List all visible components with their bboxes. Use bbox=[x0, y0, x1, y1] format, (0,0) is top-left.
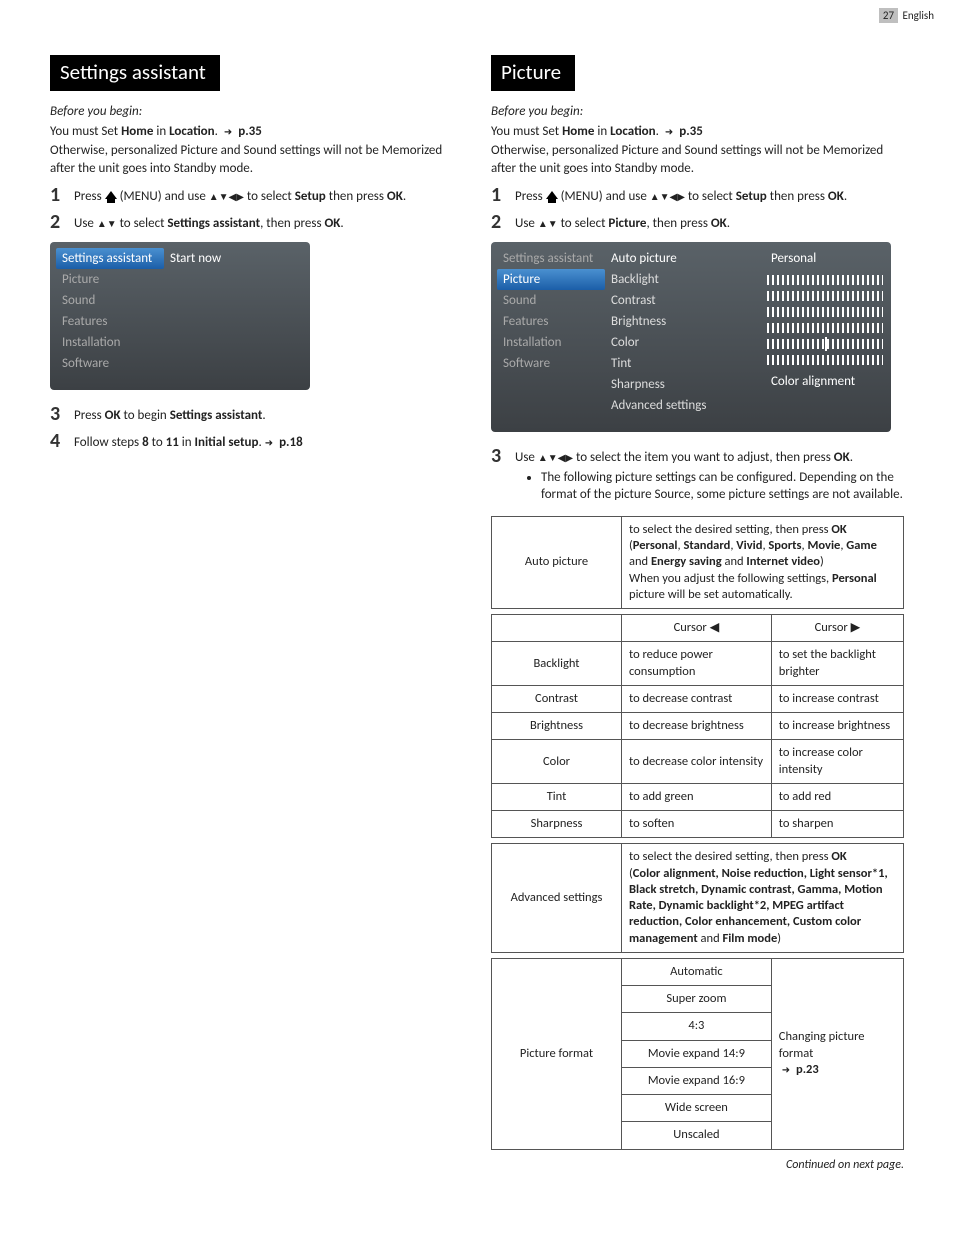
setting-desc: to select the desired setting, then pres… bbox=[622, 844, 904, 953]
menu-item: Sound bbox=[497, 290, 605, 311]
setting-desc: to select the desired setting, then pres… bbox=[622, 516, 904, 608]
left-column: Settings assistant Before you begin: You… bbox=[50, 55, 463, 1172]
setting-label: Auto picture bbox=[492, 516, 622, 608]
table-row: Contrastto decrease contrastto increase … bbox=[492, 685, 904, 712]
table-row: Colorto decrease color intensityto incre… bbox=[492, 740, 904, 784]
continued-text: Continued on next page. bbox=[491, 1158, 904, 1172]
menu-value: Start now bbox=[164, 248, 304, 374]
arrow-icon bbox=[221, 124, 235, 139]
home-icon bbox=[546, 191, 558, 199]
settings-table: Auto picture to select the desired setti… bbox=[491, 516, 904, 1150]
before-you-begin: Before you begin: bbox=[491, 103, 904, 121]
menu-item: Features bbox=[56, 311, 164, 332]
setting-label: Picture format bbox=[492, 958, 622, 1149]
menu-item: Features bbox=[497, 311, 605, 332]
menu-setting: Contrast bbox=[605, 290, 765, 311]
section-title-picture: Picture bbox=[491, 55, 575, 91]
menu-item: Software bbox=[56, 353, 164, 374]
table-row: Picture format Automatic Changing pictur… bbox=[492, 958, 904, 985]
table-row: Brightnessto decrease brightnessto incre… bbox=[492, 713, 904, 740]
menu-item: Settings assistant bbox=[497, 248, 605, 269]
menu-item: Installation bbox=[56, 332, 164, 353]
menu-screenshot-picture: Settings assistant Picture Sound Feature… bbox=[491, 242, 891, 432]
section-title-settings-assistant: Settings assistant bbox=[50, 55, 220, 91]
cursor-left-header: Cursor ◀ bbox=[622, 615, 772, 642]
table-row: Sharpnessto softento sharpen bbox=[492, 811, 904, 838]
page-number: 27 bbox=[879, 8, 898, 23]
step-4: 4 Follow steps 8 to 11 in Initial setup.… bbox=[50, 431, 463, 452]
table-row: Advanced settings to select the desired … bbox=[492, 844, 904, 953]
step-1: 1 Press (MENU) and use ▲▼◀▶ to select Se… bbox=[50, 185, 463, 206]
step-3: 3 Use ▲▼◀▶ to select the item you want t… bbox=[491, 446, 904, 510]
menu-item: Sound bbox=[56, 290, 164, 311]
setting-label: Advanced settings bbox=[492, 844, 622, 953]
menu-setting: Brightness bbox=[605, 311, 765, 332]
menu-value: Color alignment bbox=[765, 371, 885, 392]
must-set-line: You must Set Home in Location. p.35 bbox=[491, 123, 904, 141]
menu-setting: Auto picture bbox=[605, 248, 765, 269]
otherwise-text: Otherwise, personalized Picture and Soun… bbox=[491, 142, 904, 177]
slider-icon bbox=[767, 275, 883, 285]
arrow-icon bbox=[662, 124, 676, 139]
step-2: 2 Use ▲▼ to select Picture, then press O… bbox=[491, 212, 904, 233]
step-3-bullet: The following picture settings can be co… bbox=[541, 469, 904, 504]
menu-item: Picture bbox=[56, 269, 164, 290]
step-2: 2 Use ▲▼ to select Settings assistant, t… bbox=[50, 212, 463, 233]
menu-setting: Sharpness bbox=[605, 374, 765, 395]
setting-ref: Changing picture format p.23 bbox=[771, 958, 903, 1149]
slider-icon bbox=[767, 291, 883, 301]
table-row: Tintto add greento add red bbox=[492, 783, 904, 810]
otherwise-text: Otherwise, personalized Picture and Soun… bbox=[50, 142, 463, 177]
slider-icon bbox=[767, 323, 883, 333]
menu-setting: Color bbox=[605, 332, 765, 353]
menu-item-selected: Picture bbox=[497, 269, 605, 290]
menu-item-settings-assistant: Settings assistant bbox=[56, 248, 164, 269]
menu-screenshot-settings-assistant: Settings assistant Picture Sound Feature… bbox=[50, 242, 310, 390]
menu-setting: Advanced settings bbox=[605, 395, 765, 416]
step-3: 3 Press OK to begin Settings assistant. bbox=[50, 404, 463, 425]
menu-value: Personal bbox=[765, 248, 885, 269]
menu-setting: Tint bbox=[605, 353, 765, 374]
right-column: Picture Before you begin: You must Set H… bbox=[491, 55, 904, 1172]
arrow-icon bbox=[779, 1062, 793, 1077]
menu-item: Installation bbox=[497, 332, 605, 353]
must-set-line: You must Set Home in Location. p.35 bbox=[50, 123, 463, 141]
page-header: 27 English bbox=[879, 8, 934, 23]
home-icon bbox=[105, 191, 117, 199]
page-lang: English bbox=[903, 9, 934, 22]
table-header-row: Cursor ◀ Cursor ▶ bbox=[492, 615, 904, 642]
table-row: Auto picture to select the desired setti… bbox=[492, 516, 904, 608]
step-1: 1 Press (MENU) and use ▲▼◀▶ to select Se… bbox=[491, 185, 904, 206]
table-row: Backlightto reduce power consumptionto s… bbox=[492, 642, 904, 686]
slider-icon bbox=[767, 355, 883, 365]
slider-icon bbox=[767, 339, 883, 349]
cursor-right-header: Cursor ▶ bbox=[771, 615, 903, 642]
menu-setting: Backlight bbox=[605, 269, 765, 290]
menu-item: Software bbox=[497, 353, 605, 374]
arrow-icon bbox=[262, 435, 276, 450]
before-you-begin: Before you begin: bbox=[50, 103, 463, 121]
slider-icon bbox=[767, 307, 883, 317]
